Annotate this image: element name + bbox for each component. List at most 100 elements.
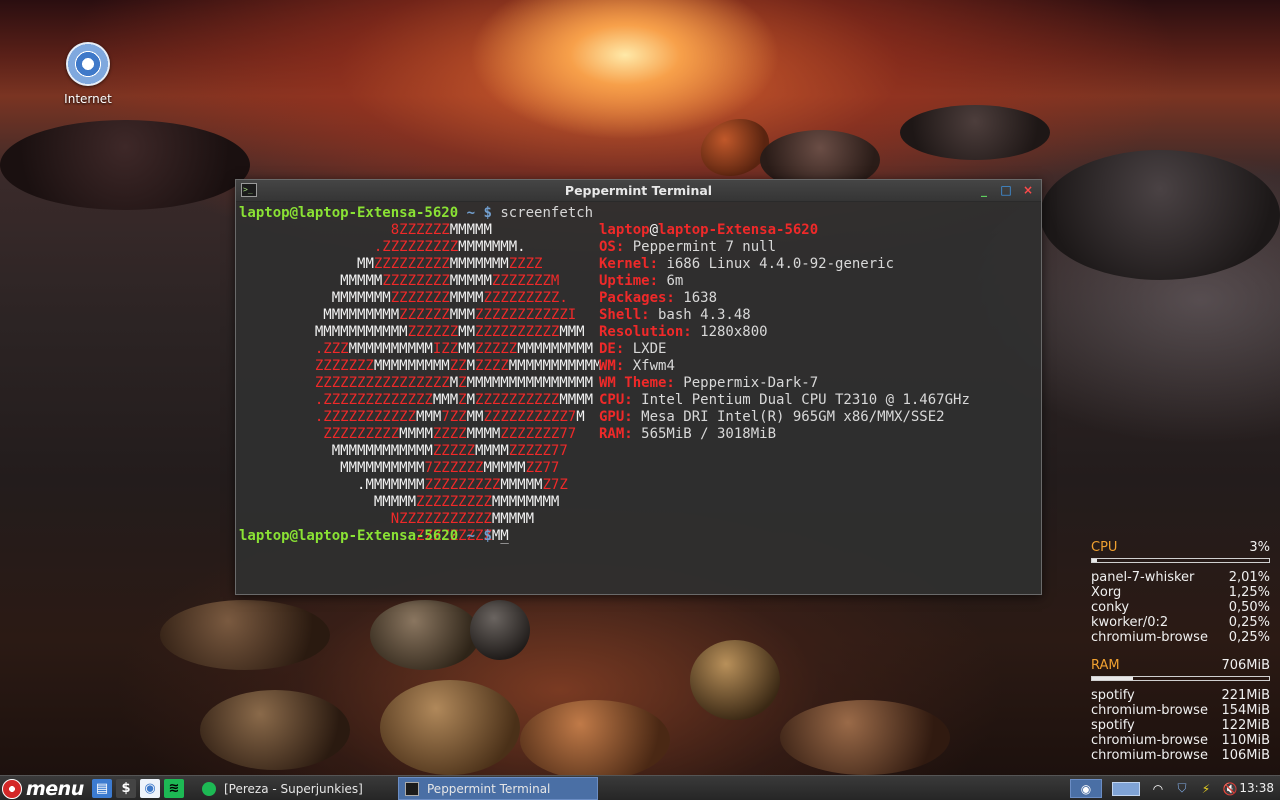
ascii-segment bbox=[239, 324, 315, 340]
ascii-segment: MMMMM bbox=[500, 477, 543, 493]
ascii-segment: MM bbox=[458, 324, 476, 340]
process-name: Xorg bbox=[1091, 585, 1122, 600]
shield-icon[interactable]: ⛉ bbox=[1172, 779, 1192, 798]
cpu-value: 3% bbox=[1249, 540, 1270, 555]
info-value: 6m bbox=[658, 273, 684, 289]
ram-header: RAM 706MiB bbox=[1091, 658, 1270, 673]
ascii-segment bbox=[239, 409, 315, 425]
task-label: [Pereza - Superjunkies] bbox=[224, 781, 363, 796]
minimize-button[interactable]: _ bbox=[977, 183, 991, 197]
ascii-segment: MMMMM bbox=[340, 273, 383, 289]
taskbar: menu ▤ $ ◉ ≋ [Pereza - Superjunkies] Pep… bbox=[0, 775, 1280, 800]
info-key: WM: bbox=[599, 358, 625, 374]
process-name: spotify bbox=[1091, 718, 1135, 733]
process-name: chromium-browse bbox=[1091, 733, 1208, 748]
peppermint-logo-icon bbox=[2, 778, 22, 799]
ascii-segment: ZZZZZZ bbox=[407, 324, 459, 340]
info-header: laptop@laptop-Extensa-5620 bbox=[599, 222, 819, 238]
ascii-line: ZZZZZZZMMMMMMMMMZZMZZZZMMMMMMMMMMM bbox=[239, 358, 602, 375]
terminal-output[interactable]: laptop@laptop-Extensa-5620 ~ $ screenfet… bbox=[239, 205, 1038, 591]
ascii-segment bbox=[239, 358, 315, 374]
ascii-segment bbox=[239, 273, 340, 289]
ascii-segment: ZZZZZZZ bbox=[390, 290, 450, 306]
desktop-icon-internet[interactable]: Internet bbox=[56, 42, 120, 106]
info-value: Intel Pentium Dual CPU T2310 @ 1.467GHz bbox=[632, 392, 970, 408]
info-row: Resolution: 1280x800 bbox=[599, 324, 970, 341]
maximize-button[interactable]: □ bbox=[999, 183, 1013, 197]
info-key: GPU: bbox=[599, 409, 633, 425]
ascii-segment: IZZ bbox=[432, 341, 459, 357]
process-value: 154MiB bbox=[1221, 703, 1270, 718]
workspace-icon[interactable] bbox=[1106, 779, 1146, 798]
ascii-segment: MMM bbox=[416, 409, 442, 425]
ascii-segment bbox=[239, 460, 340, 476]
ascii-segment bbox=[239, 375, 315, 391]
chromium-icon[interactable]: ◉ bbox=[1070, 779, 1102, 798]
process-name: kworker/0:2 bbox=[1091, 615, 1169, 630]
process-value: 1,25% bbox=[1228, 585, 1270, 600]
ascii-line: NZZZZZZZZZZZMMMMM bbox=[239, 511, 601, 528]
info-value: Peppermix-Dark-7 bbox=[674, 375, 819, 391]
info-value: Xfwm4 bbox=[624, 358, 675, 374]
cpu-process-list: panel-7-whisker 2,01% Xorg 1,25% conky 0,50% k… bbox=[1091, 570, 1270, 645]
ascii-segment: MMMMM bbox=[373, 494, 417, 510]
power-icon[interactable]: ⚡ bbox=[1196, 779, 1216, 798]
ascii-segment: 7ZZZZZZ bbox=[424, 460, 484, 476]
ascii-segment: MMMMMMM bbox=[449, 256, 509, 272]
info-row: WM Theme: Peppermix-Dark-7 bbox=[599, 375, 970, 392]
ascii-line: MMMMMMMMMM7ZZZZZZMMMMMZZ77 bbox=[239, 460, 601, 477]
ascii-segment: NZZZZZZZZZZZ bbox=[390, 511, 492, 527]
file-manager-icon[interactable]: ▤ bbox=[92, 779, 112, 798]
desktop-icon-label: Internet bbox=[64, 92, 112, 106]
ascii-segment: MMMM bbox=[399, 426, 433, 442]
ascii-segment: .ZZZ bbox=[314, 341, 349, 357]
ascii-segment: ZZZZZZZZZZZI bbox=[475, 307, 577, 323]
spotify-icon[interactable]: ≋ bbox=[164, 779, 184, 798]
ascii-segment: ZZZZZ77 bbox=[508, 443, 568, 459]
system-info: laptop@laptop-Extensa-5620 OS: Peppermint… bbox=[599, 222, 970, 443]
terminal-titlebar[interactable]: >_ Peppermint Terminal _ □ × bbox=[236, 180, 1041, 202]
info-row: RAM: 565MiB / 3018MiB bbox=[599, 426, 970, 443]
task-spotify[interactable]: [Pereza - Superjunkies] bbox=[196, 777, 396, 800]
ascii-line: MMMMMMMMMMMMZZZZZMMMMZZZZZ77 bbox=[239, 443, 601, 460]
spotify-icon bbox=[202, 781, 216, 796]
process-value: 221MiB bbox=[1221, 688, 1270, 703]
task-terminal[interactable]: Peppermint Terminal bbox=[398, 777, 598, 800]
ascii-segment: MMMM bbox=[559, 392, 594, 408]
chromium-icon[interactable]: ◉ bbox=[140, 779, 160, 798]
ascii-segment: ZZZZZZZZZ bbox=[373, 256, 450, 272]
info-value: 565MiB / 3018MiB bbox=[632, 426, 777, 442]
ascii-segment: ZZZZZ bbox=[432, 443, 476, 459]
menu-button[interactable]: menu bbox=[2, 777, 84, 800]
wifi-icon[interactable]: ◠ bbox=[1148, 779, 1168, 798]
terminal-icon[interactable]: $ bbox=[116, 779, 136, 798]
ascii-segment bbox=[239, 341, 315, 357]
ascii-segment: MMMM bbox=[449, 290, 484, 306]
ascii-segment: MMMM bbox=[475, 443, 509, 459]
info-key: WM Theme: bbox=[599, 375, 675, 391]
ascii-segment: MMMMM bbox=[449, 222, 492, 238]
info-row: Kernel: i686 Linux 4.4.0-92-generic bbox=[599, 256, 970, 273]
close-button[interactable]: × bbox=[1021, 183, 1035, 197]
clock[interactable]: 13:38 bbox=[1239, 781, 1274, 795]
process-row: chromium-browse 0,25% bbox=[1091, 630, 1270, 645]
process-row: Xorg 1,25% bbox=[1091, 585, 1270, 600]
ascii-segment: ZZZZZZZZZ bbox=[416, 494, 492, 510]
terminal-window[interactable]: >_ Peppermint Terminal _ □ × laptop@lapt… bbox=[235, 179, 1042, 595]
ascii-segment: MMMMM bbox=[491, 511, 535, 527]
info-row: OS: Peppermint 7 null bbox=[599, 239, 970, 256]
ascii-segment: ZZZZZ bbox=[475, 341, 518, 357]
ascii-segment: Z bbox=[458, 392, 467, 408]
volume-muted-icon[interactable]: 🔇 bbox=[1220, 779, 1240, 798]
terminal-icon bbox=[405, 781, 419, 796]
process-name: chromium-browse bbox=[1091, 703, 1208, 718]
info-key: Uptime: bbox=[599, 273, 659, 289]
menu-label: menu bbox=[26, 777, 84, 800]
ascii-segment: MMMMMMMMMMM bbox=[508, 358, 602, 374]
ascii-segment bbox=[239, 307, 323, 323]
ascii-segment bbox=[239, 511, 391, 527]
ascii-segment: MMMMMMMMM bbox=[517, 341, 594, 357]
ascii-line: .ZZZZZZZZZZZMMM7ZZMMZZZZZZZZZZ7M bbox=[239, 409, 601, 426]
process-row: kworker/0:2 0,25% bbox=[1091, 615, 1270, 630]
ascii-segment: MM bbox=[466, 409, 484, 425]
